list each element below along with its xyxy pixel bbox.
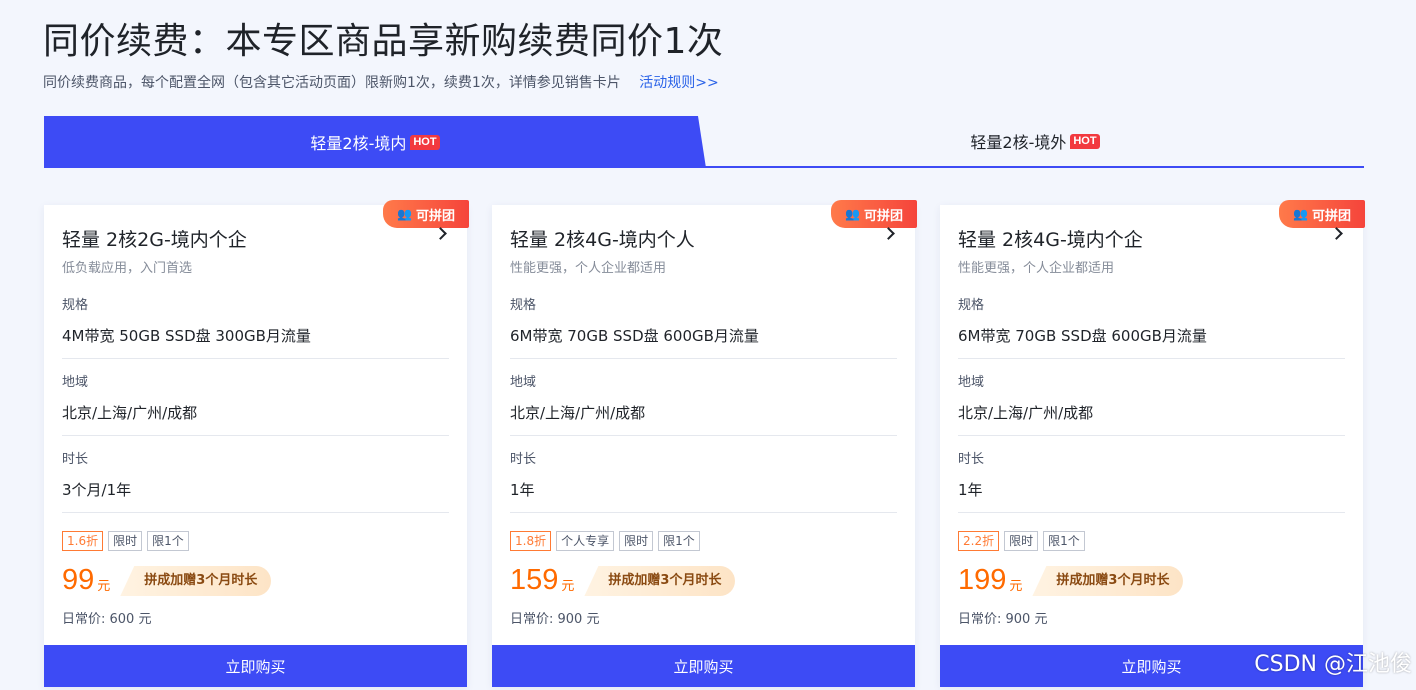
- limit-one-tag: 限1个: [1043, 531, 1085, 551]
- page-title: 同价续费：本专区商品享新购续费同价1次: [43, 21, 724, 62]
- tag-list: 2.2折 限时 限1个: [958, 531, 1085, 551]
- duration-block: 时长 1年: [958, 448, 1345, 513]
- duration-value: 3个月/1年: [62, 479, 449, 513]
- personal-only-tag: 个人专享: [556, 531, 615, 551]
- region-block: 地域 北京/上海/广州/成都: [510, 371, 897, 436]
- group-buy-tag: 👥 可拼团: [831, 200, 917, 228]
- price-unit: 元: [561, 579, 575, 594]
- group-buy-label: 可拼团: [863, 208, 903, 224]
- page-subtitle: 同价续费商品，每个配置全网（包含其它活动页面）限新购1次，续费1次，详情参见销售…: [43, 72, 719, 92]
- card-title: 轻量 2核4G-境内个人: [510, 229, 695, 251]
- buy-button[interactable]: 立即购买: [44, 645, 467, 687]
- discount-tag: 1.6折: [62, 531, 104, 551]
- product-card: 👥 可拼团 轻量 2核4G-境内个企 性能更强，个人企业都适用 规格 6M带宽 …: [940, 200, 1365, 687]
- tab-label: 轻量2核-境内: [310, 134, 407, 153]
- price: 199: [958, 564, 1007, 596]
- price-row: 199 元 拼成加赠3个月时长: [958, 563, 1184, 597]
- region-label: 地域: [62, 375, 89, 390]
- tag-list: 1.6折 限时 限1个: [62, 531, 189, 551]
- tab-overseas[interactable]: 轻量2核-境外 HOT: [706, 116, 1364, 166]
- users-icon: 👥: [845, 207, 860, 221]
- limit-one-tag: 限1个: [658, 531, 700, 551]
- group-buy-label: 可拼团: [1311, 208, 1351, 224]
- card-desc: 低负载应用，入门首选: [62, 261, 193, 276]
- group-buy-label: 可拼团: [415, 208, 455, 224]
- duration-label: 时长: [510, 452, 537, 467]
- buy-button[interactable]: 立即购买: [492, 645, 915, 687]
- promo-badge: 拼成加赠3个月时长: [120, 566, 272, 596]
- original-price: 日常价: 900 元: [958, 612, 1048, 627]
- watermark: CSDN @江池俊: [1254, 652, 1412, 677]
- region-label: 地域: [510, 375, 537, 390]
- price-row: 99 元 拼成加赠3个月时长: [62, 563, 272, 597]
- card-title: 轻量 2核4G-境内个企: [958, 229, 1143, 251]
- spec-block: 规格 4M带宽 50GB SSD盘 300GB月流量: [62, 294, 449, 359]
- region-value: 北京/上海/广州/成都: [510, 402, 897, 436]
- card-header[interactable]: 轻量 2核4G-境内个企 性能更强，个人企业都适用: [958, 225, 1345, 276]
- region-block: 地域 北京/上海/广州/成都: [958, 371, 1345, 436]
- users-icon: 👥: [397, 207, 412, 221]
- price-unit: 元: [1009, 579, 1023, 594]
- price: 159: [510, 564, 559, 596]
- users-icon: 👥: [1293, 207, 1308, 221]
- duration-block: 时长 3个月/1年: [62, 448, 449, 513]
- hot-badge: HOT: [1070, 133, 1100, 149]
- spec-block: 规格 6M带宽 70GB SSD盘 600GB月流量: [510, 294, 897, 359]
- card-title: 轻量 2核2G-境内个企: [62, 229, 247, 251]
- spec-label: 规格: [62, 298, 89, 313]
- duration-label: 时长: [958, 452, 985, 467]
- spec-value: 6M带宽 70GB SSD盘 600GB月流量: [510, 325, 897, 359]
- price: 99: [62, 564, 95, 596]
- spec-value: 6M带宽 70GB SSD盘 600GB月流量: [958, 325, 1345, 359]
- promo-badge: 拼成加赠3个月时长: [584, 566, 736, 596]
- subtitle-text: 同价续费商品，每个配置全网（包含其它活动页面）限新购1次，续费1次，详情参见销售…: [43, 75, 621, 91]
- tab-label: 轻量2核-境外: [970, 133, 1067, 152]
- hot-badge: HOT: [410, 134, 440, 150]
- limited-time-tag: 限时: [619, 531, 654, 551]
- card-desc: 性能更强，个人企业都适用: [510, 261, 667, 276]
- spec-label: 规格: [958, 298, 985, 313]
- region-value: 北京/上海/广州/成都: [958, 402, 1345, 436]
- limited-time-tag: 限时: [1004, 531, 1039, 551]
- spec-block: 规格 6M带宽 70GB SSD盘 600GB月流量: [958, 294, 1345, 359]
- region-label: 地域: [958, 375, 985, 390]
- tag-list: 1.8折 个人专享 限时 限1个: [510, 531, 700, 551]
- spec-label: 规格: [510, 298, 537, 313]
- region-value: 北京/上海/广州/成都: [62, 402, 449, 436]
- original-price: 日常价: 600 元: [62, 612, 152, 627]
- group-buy-tag: 👥 可拼团: [383, 200, 469, 228]
- card-header[interactable]: 轻量 2核4G-境内个人 性能更强，个人企业都适用: [510, 225, 897, 276]
- region-block: 地域 北京/上海/广州/成都: [62, 371, 449, 436]
- region-tabs: 轻量2核-境内 HOT 轻量2核-境外 HOT: [44, 116, 1364, 168]
- discount-tag: 1.8折: [510, 531, 552, 551]
- original-price: 日常价: 900 元: [510, 612, 600, 627]
- price-row: 159 元 拼成加赠3个月时长: [510, 563, 736, 597]
- limited-time-tag: 限时: [108, 531, 143, 551]
- duration-value: 1年: [510, 479, 897, 513]
- card-desc: 性能更强，个人企业都适用: [958, 261, 1115, 276]
- rules-link[interactable]: 活动规则>>: [639, 75, 718, 91]
- discount-tag: 2.2折: [958, 531, 1000, 551]
- duration-block: 时长 1年: [510, 448, 897, 513]
- price-unit: 元: [97, 579, 111, 594]
- card-header[interactable]: 轻量 2核2G-境内个企 低负载应用，入门首选: [62, 225, 449, 276]
- product-card: 👥 可拼团 轻量 2核2G-境内个企 低负载应用，入门首选 规格 4M带宽 50…: [44, 200, 469, 687]
- promo-badge: 拼成加赠3个月时长: [1032, 566, 1184, 596]
- duration-label: 时长: [62, 452, 89, 467]
- duration-value: 1年: [958, 479, 1345, 513]
- tab-domestic[interactable]: 轻量2核-境内 HOT: [44, 116, 706, 168]
- group-buy-tag: 👥 可拼团: [1279, 200, 1365, 228]
- product-card: 👥 可拼团 轻量 2核4G-境内个人 性能更强，个人企业都适用 规格 6M带宽 …: [492, 200, 917, 687]
- spec-value: 4M带宽 50GB SSD盘 300GB月流量: [62, 325, 449, 359]
- limit-one-tag: 限1个: [147, 531, 189, 551]
